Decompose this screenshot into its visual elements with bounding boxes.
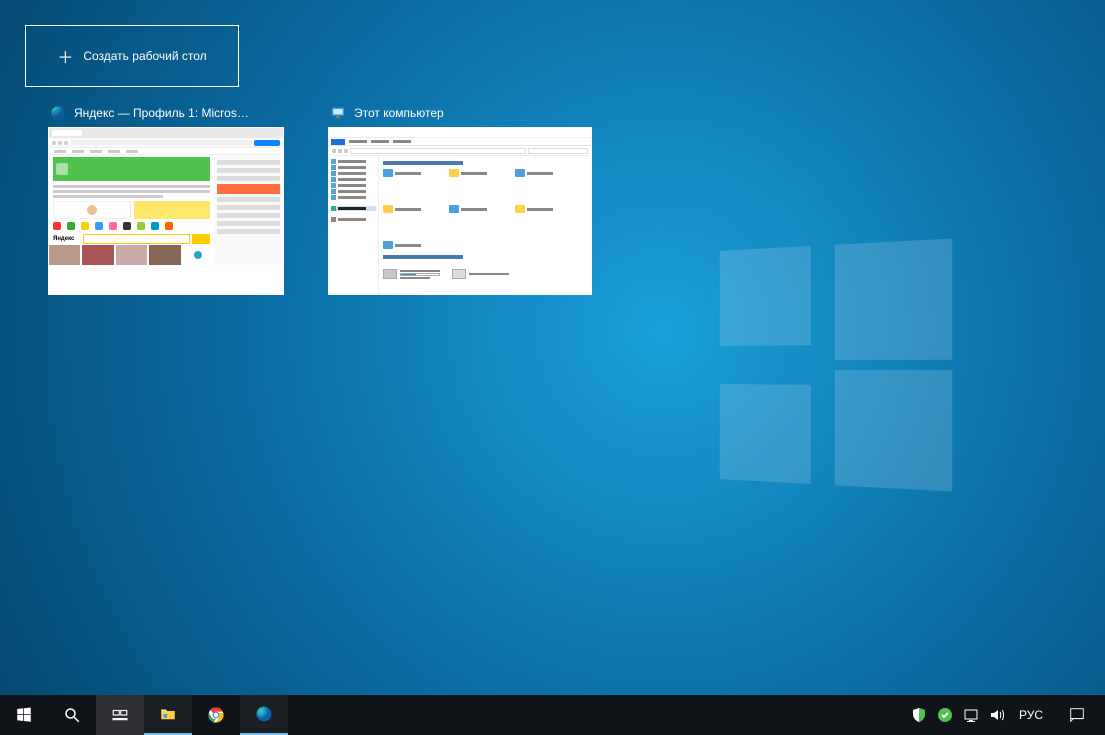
this-pc-icon bbox=[330, 105, 346, 121]
taskbar-app-chrome[interactable] bbox=[192, 695, 240, 735]
task-view-button[interactable] bbox=[96, 695, 144, 735]
new-desktop-button[interactable]: ＋ Создать рабочий стол bbox=[25, 25, 239, 87]
windows-logo-watermark bbox=[720, 238, 952, 491]
tray-volume-icon[interactable] bbox=[989, 707, 1005, 723]
system-tray: РУС bbox=[911, 695, 1105, 735]
window-thumbnail-explorer bbox=[328, 127, 592, 295]
tray-app-icon[interactable] bbox=[937, 707, 953, 723]
edge-icon bbox=[50, 105, 66, 121]
edge-icon bbox=[255, 705, 273, 723]
notification-icon bbox=[1068, 706, 1086, 724]
window-card-title: Яндекс — Профиль 1: Micros… bbox=[74, 106, 249, 120]
search-icon bbox=[63, 706, 81, 724]
window-thumbnail-edge: Яндекс bbox=[48, 127, 284, 295]
plus-icon: ＋ bbox=[57, 44, 73, 68]
taskbar-app-edge[interactable] bbox=[240, 695, 288, 735]
tray-security-icon[interactable] bbox=[911, 707, 927, 723]
tray-network-icon[interactable] bbox=[963, 707, 979, 723]
search-button[interactable] bbox=[48, 695, 96, 735]
windows-icon bbox=[15, 706, 33, 724]
window-card-edge[interactable]: Яндекс — Профиль 1: Micros… bbox=[48, 105, 284, 295]
language-indicator[interactable]: РУС bbox=[1015, 708, 1047, 722]
task-view-cards: Яндекс — Профиль 1: Micros… bbox=[48, 105, 592, 295]
new-desktop-label: Создать рабочий стол bbox=[83, 49, 206, 63]
window-card-explorer[interactable]: Этот компьютер bbox=[328, 105, 592, 295]
taskbar: РУС bbox=[0, 695, 1105, 735]
file-explorer-icon bbox=[159, 705, 177, 723]
start-button[interactable] bbox=[0, 695, 48, 735]
chrome-icon bbox=[207, 706, 225, 724]
action-center-button[interactable] bbox=[1057, 695, 1097, 735]
window-card-title: Этот компьютер bbox=[354, 106, 444, 120]
task-view-icon bbox=[111, 706, 129, 724]
taskbar-app-explorer[interactable] bbox=[144, 695, 192, 735]
